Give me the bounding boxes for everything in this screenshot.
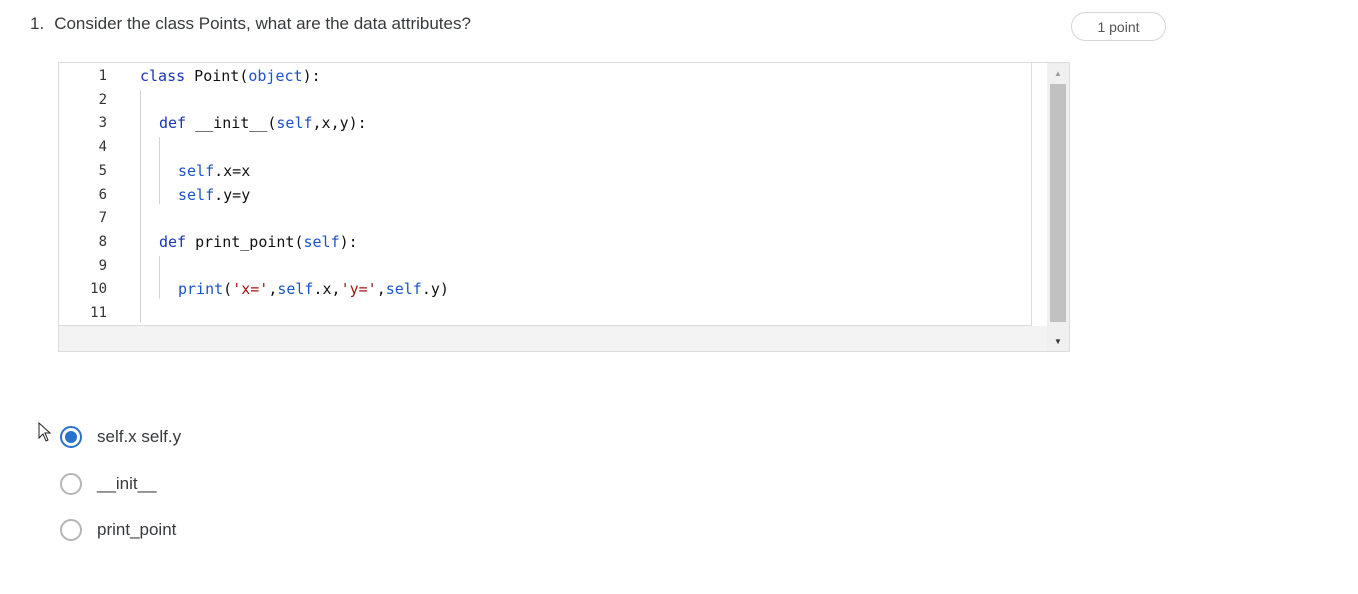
scroll-down-arrow-icon[interactable]: ▼: [1047, 334, 1069, 348]
indent-guide: [159, 137, 160, 205]
line-number-gutter: 1 2 3 4 5 6 7 8 9 10 11: [59, 63, 111, 325]
line-number: 11: [90, 305, 107, 321]
code-line: self.x=x: [178, 161, 251, 180]
code-line: self.y=y: [178, 185, 251, 204]
line-number: 9: [98, 257, 107, 274]
option-init[interactable]: __init__: [60, 471, 157, 497]
option-self-x-self-y[interactable]: self.x self.y: [60, 424, 181, 450]
line-number: 4: [98, 139, 107, 156]
line-number: 8: [98, 233, 107, 250]
mouse-cursor-icon: [38, 422, 52, 442]
code-editor: 1 2 3 4 5 6 7 8 9 10 11 class Point(object): def __…: [58, 62, 1070, 352]
question-prompt: 1. Consider the class Points, what are th…: [30, 14, 471, 34]
radio-button[interactable]: [60, 473, 82, 495]
scroll-up-arrow-icon[interactable]: ▲: [1047, 66, 1069, 80]
option-label: self.x self.y: [97, 427, 182, 446]
line-number: 10: [90, 281, 107, 298]
scrollbar-thumb[interactable]: [1050, 84, 1066, 322]
question-number: 1.: [30, 14, 45, 33]
points-badge: 1 point: [1071, 12, 1166, 41]
line-number: 3: [98, 115, 107, 132]
line-number: 7: [98, 210, 107, 227]
line-number: 6: [98, 186, 107, 203]
radio-button[interactable]: [60, 426, 82, 448]
line-number: 1: [98, 68, 107, 84]
question-text: Consider the class Points, what are the …: [54, 14, 471, 33]
code-line: def __init__(self,x,y):: [159, 114, 367, 133]
radio-button[interactable]: [60, 519, 82, 541]
option-label: print_point: [97, 520, 177, 539]
code-viewport[interactable]: 1 2 3 4 5 6 7 8 9 10 11 class Point(object): def __…: [59, 63, 1032, 326]
indent-guide: [140, 89, 141, 323]
line-number: 2: [98, 91, 107, 108]
horizontal-scroll-area[interactable]: [59, 326, 1069, 351]
option-print-point[interactable]: print_point: [60, 517, 176, 543]
indent-guide: [159, 255, 160, 299]
code-line: print('x=',self.x,'y=',self.y): [178, 280, 449, 299]
code-line: class Point(object):: [140, 67, 321, 85]
option-label: __init__: [97, 474, 157, 493]
line-number: 5: [98, 162, 107, 179]
vertical-scrollbar[interactable]: ▲ ▼: [1047, 63, 1069, 351]
code-line: def print_point(self):: [159, 232, 358, 251]
